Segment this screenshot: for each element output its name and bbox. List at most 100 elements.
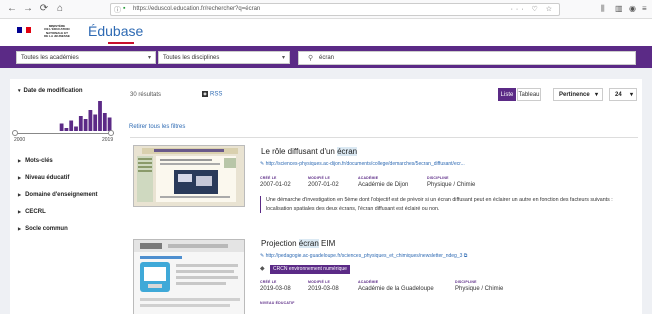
chevron-right-icon: ▶ — [18, 209, 22, 214]
rss-link[interactable]: ◉ RSS — [202, 91, 222, 98]
result-thumbnail[interactable] — [133, 239, 245, 314]
search-input[interactable]: ⚲ écran — [298, 51, 636, 65]
facet-domain[interactable]: ▶ Domaine d'enseignement — [18, 192, 98, 198]
disciplines-select-label: Toutes les disciplines — [163, 55, 220, 61]
search-icon: ⚲ — [308, 55, 314, 62]
per-page-label: 24 — [615, 92, 622, 98]
chevron-down-icon: ▾ — [147, 55, 151, 61]
clear-filters-link[interactable]: Retirer tous les filtres — [129, 124, 185, 130]
date-histogram[interactable] — [16, 99, 112, 131]
view-table-button[interactable]: Tableau — [517, 88, 541, 101]
logo-part: base — [112, 23, 144, 39]
search-value[interactable]: écran — [319, 55, 334, 61]
result-title-highlight: écran — [298, 239, 319, 248]
sort-select[interactable]: Pertinence ▾ — [553, 88, 603, 101]
link-icon: ✎ — [260, 161, 265, 167]
result-title-link[interactable]: Projection écran EIM — [261, 239, 335, 248]
result-url-text: http://pedagogie.ac-guadeloupe.fr/scienc… — [265, 253, 463, 259]
menu-icon[interactable]: ≡ — [642, 4, 647, 13]
result-title-text: EIM — [318, 239, 336, 248]
address-bar[interactable]: ⓘ ▪ https://eduscol.education.fr/recherc… — [110, 3, 560, 16]
histogram-bar[interactable] — [69, 120, 74, 132]
facets-sidebar: ▾ Date de modification 2000 2019 ▶ Mots-cl… — [10, 79, 122, 314]
lock-icon: ▪ — [123, 5, 126, 12]
academy-label: ACADÉMIE — [358, 280, 379, 284]
facet-keywords[interactable]: ▶ Mots-clés — [18, 158, 53, 164]
result-thumbnail[interactable] — [133, 145, 245, 207]
logo-underline — [108, 42, 134, 44]
academies-select[interactable]: Toutes les académies ▾ — [16, 51, 156, 64]
level-label: NIVEAU ÉDUCATIF — [260, 301, 295, 305]
histogram-bar[interactable] — [102, 113, 107, 131]
keyword-tag[interactable]: CRCN environnement numérique — [270, 265, 350, 274]
forward-button[interactable]: → — [22, 3, 34, 15]
per-page-select[interactable]: 24 ▾ — [609, 88, 637, 101]
chevron-right-icon: ▶ — [18, 158, 22, 163]
external-link-icon: ⧉ — [463, 253, 468, 259]
histogram-bar[interactable] — [98, 101, 102, 131]
result-title-text: Le rôle diffusant d'un — [261, 147, 338, 156]
histogram-bar[interactable] — [74, 126, 78, 132]
date-range-max-handle[interactable] — [108, 130, 114, 136]
reload-button[interactable]: ⟳ — [38, 3, 50, 15]
link-icon: ✎ — [260, 253, 265, 259]
edubase-logo[interactable]: Édubase — [88, 23, 143, 39]
result-title-highlight: écran — [337, 147, 358, 156]
date-facet-toggle[interactable]: ▾ Date de modification — [18, 88, 83, 94]
result-thumbnail-image — [134, 146, 244, 206]
histogram-bar[interactable] — [59, 123, 64, 132]
histogram-bar[interactable] — [64, 128, 69, 131]
rss-icon: ◉ — [202, 91, 208, 97]
modified-date: 2019-03-08 — [308, 286, 339, 292]
account-icon[interactable]: ◉ — [629, 4, 636, 13]
disciplines-select[interactable]: Toutes les disciplines ▾ — [158, 51, 290, 64]
facet-label: Niveau éducatif — [25, 175, 70, 181]
url-text[interactable]: https://eduscol.education.fr/rechercher?… — [133, 6, 260, 12]
chevron-down-icon: ▾ — [18, 88, 21, 94]
facet-label: Mots-clés — [25, 158, 53, 164]
result-title-link[interactable]: Le rôle diffusant d'un écran — [261, 147, 358, 156]
date-facet-label: Date de modification — [23, 88, 83, 94]
discipline-value: Physique / Chimie — [455, 286, 504, 292]
facet-label: Socle commun — [25, 226, 68, 232]
modified-label: MODIFIÉ LE — [308, 280, 331, 284]
info-icon[interactable]: ⓘ — [114, 5, 121, 15]
academy-value: Académie de la Guadeloupe — [358, 286, 434, 292]
facet-label: Domaine d'enseignement — [25, 192, 98, 198]
page-actions-icon[interactable]: ··· ♡ ☆ — [511, 5, 555, 13]
result-description: Une démarche d'investigation en 5ème don… — [260, 196, 636, 213]
histogram-bar[interactable] — [93, 114, 98, 132]
facet-socle[interactable]: ▶ Socle commun — [18, 226, 68, 232]
result-url-link[interactable]: ✎ http://sciences-physiques.ac-dijon.fr/… — [260, 161, 465, 167]
date-range-min-handle[interactable] — [12, 130, 18, 136]
chevron-down-icon: ▾ — [594, 92, 598, 98]
chevron-right-icon: ▶ — [18, 226, 22, 231]
back-button[interactable]: ← — [6, 3, 18, 15]
browser-toolbar: ← → ⟳ ⌂ ⓘ ▪ https://eduscol.education.fr… — [0, 0, 652, 19]
academy-value: Académie de Dijon — [358, 182, 409, 188]
created-label: CRÉÉ LE — [260, 280, 277, 284]
histogram-bar[interactable] — [88, 110, 93, 131]
sidebar-icon[interactable]: ▥ — [615, 4, 623, 13]
filter-bar: Toutes les académies ▾ Toutes les discip… — [0, 46, 652, 68]
date-range-track — [14, 133, 114, 134]
view-list-button[interactable]: Liste — [498, 88, 516, 101]
result-thumbnail-image — [134, 240, 244, 314]
tag-icon: ◆ — [260, 266, 265, 272]
discipline-label: DISCIPLINE — [427, 176, 449, 180]
sort-select-label: Pertinence — [559, 92, 590, 98]
histogram-bar[interactable] — [107, 117, 112, 132]
ministry-logo[interactable]: MINISTÈRE DE L'ÉDUCATION NATIONALE ET DE… — [36, 24, 78, 38]
result-url-text: http://sciences-physiques.ac-dijon.fr/do… — [265, 161, 465, 167]
academy-label: ACADÉMIE — [358, 176, 379, 180]
library-icon[interactable]: ⫼ — [601, 4, 605, 14]
histogram-bar[interactable] — [78, 116, 83, 131]
republique-flag-icon — [17, 27, 31, 33]
facet-label: CECRL — [25, 209, 46, 215]
facet-level[interactable]: ▶ Niveau éducatif — [18, 175, 69, 181]
facet-cecrl[interactable]: ▶ CECRL — [18, 209, 46, 215]
home-button[interactable]: ⌂ — [54, 3, 66, 15]
result-url-link[interactable]: ✎ http://pedagogie.ac-guadeloupe.fr/scie… — [260, 253, 467, 259]
chevron-down-icon: ▾ — [281, 55, 285, 61]
histogram-bar[interactable] — [83, 119, 88, 131]
